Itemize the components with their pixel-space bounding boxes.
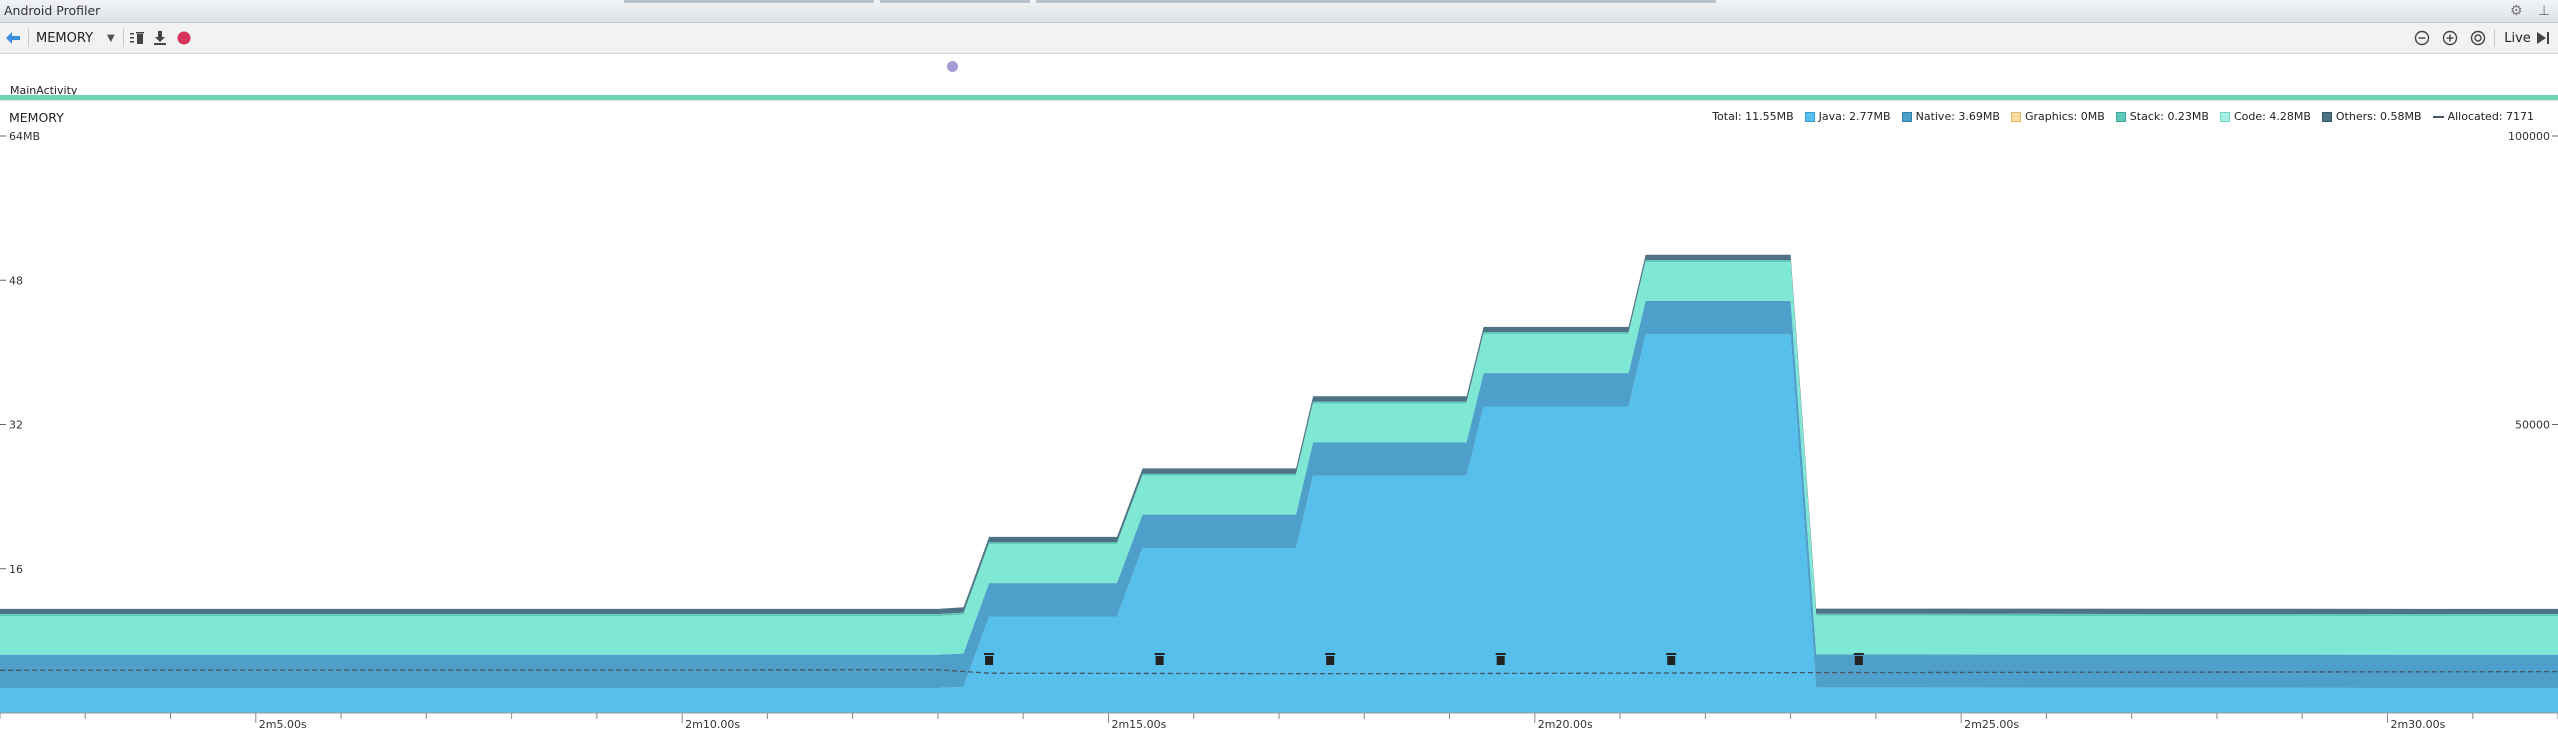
left-axis-label: 32: [9, 419, 23, 432]
time-axis-label: 2m30.00s: [2390, 718, 2445, 731]
time-axis-label: 2m20.00s: [1538, 718, 1593, 731]
time-axis-label: 2m15.00s: [1111, 718, 1166, 731]
time-axis-label: 2m5.00s: [259, 718, 307, 731]
gc-event-icon[interactable]: [1666, 653, 1677, 665]
gc-event-icon[interactable]: [1325, 653, 1336, 665]
gc-event-icon[interactable]: [1495, 653, 1506, 665]
time-axis-label: 2m25.00s: [1964, 718, 2019, 731]
right-axis-label: 100000: [2508, 130, 2550, 143]
memory-chart[interactable]: 64MB 48 32 16 100000 50000 2m5.00s 2m10.00s 2m15…: [0, 0, 2558, 733]
left-axis-label: 64MB: [9, 130, 40, 143]
right-axis-label: 50000: [2515, 419, 2550, 432]
gc-event-icon[interactable]: [1154, 653, 1165, 665]
left-axis-label: 48: [9, 274, 23, 287]
time-axis-label: 2m10.00s: [685, 718, 740, 731]
left-axis-label: 16: [9, 563, 23, 576]
gc-event-icon[interactable]: [1853, 653, 1864, 665]
gc-event-icon[interactable]: [984, 653, 995, 665]
